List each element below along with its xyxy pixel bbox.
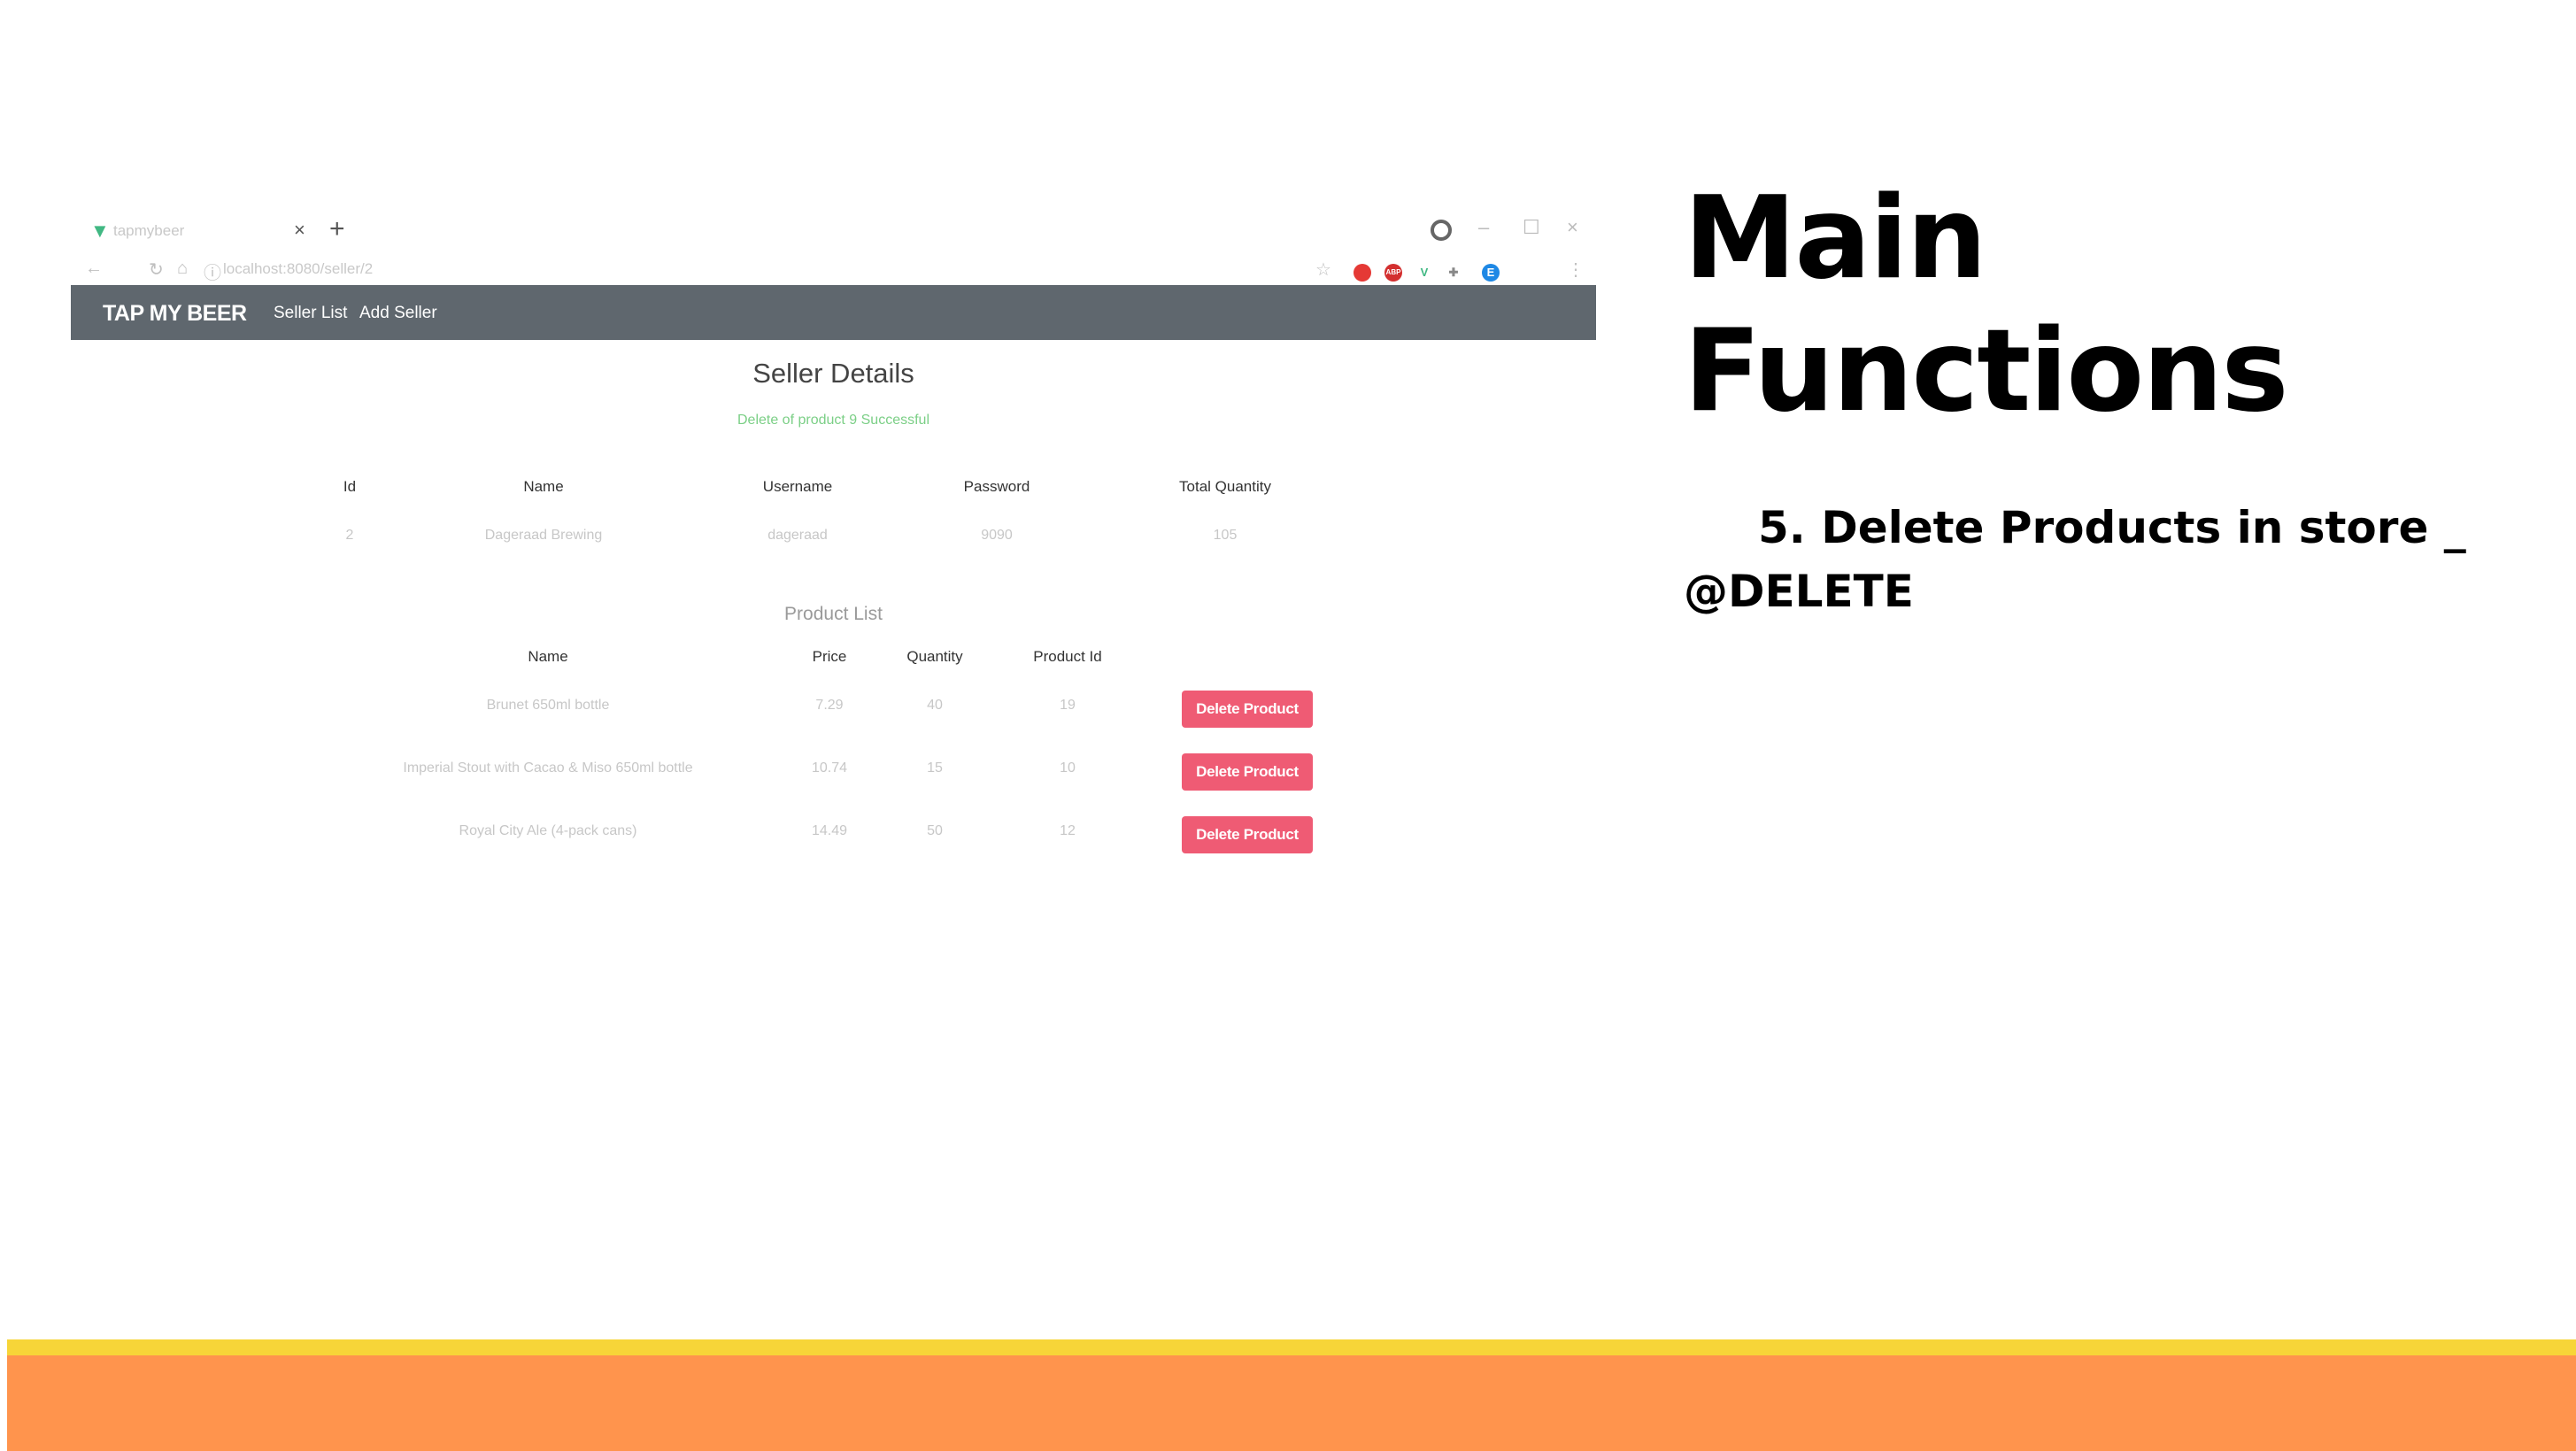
product-name: Royal City Ale (4-pack cans) xyxy=(459,823,637,838)
tab-close-icon[interactable]: × xyxy=(294,219,305,242)
reload-icon[interactable]: ↻ xyxy=(149,259,164,281)
success-alert: Delete of product 9 Successful xyxy=(737,413,929,428)
tab-title[interactable]: tapmybeer xyxy=(113,222,184,240)
seller-th-id: Id xyxy=(343,478,357,495)
seller-th-password: Password xyxy=(963,478,1030,495)
url-field[interactable]: localhost:8080/seller/2 xyxy=(223,260,373,278)
browser-window: ▼ tapmybeer × + – ☐ × ← ↻ ⌂ ⓘ localhost:… xyxy=(71,211,1596,892)
menu-kebab-icon[interactable]: ⋮ xyxy=(1567,259,1585,281)
product-name: Brunet 650ml bottle xyxy=(486,698,610,713)
footer-band-orange xyxy=(7,1355,2576,1451)
product-price: 14.49 xyxy=(811,823,848,838)
puzzle-ext-icon[interactable]: ✚ xyxy=(1445,264,1462,282)
product-price: 10.74 xyxy=(811,760,848,776)
slide-title: Main Functions xyxy=(1684,173,2480,438)
page-title: Seller Details xyxy=(752,358,914,389)
info-icon: ⓘ xyxy=(204,264,221,283)
delete-product-button[interactable]: Delete Product xyxy=(1182,691,1313,728)
product-quantity: 40 xyxy=(927,698,943,713)
bullet-line-1: 5. Delete Products in store _ xyxy=(1758,502,2466,553)
product-th-name: Name xyxy=(528,648,568,665)
nav-add-seller[interactable]: Add Seller xyxy=(359,304,437,323)
new-tab-icon[interactable]: + xyxy=(329,214,345,244)
delete-product-button[interactable]: Delete Product xyxy=(1182,816,1313,853)
profile-avatar-icon[interactable]: E xyxy=(1482,264,1500,282)
slide-title-line-1: Main xyxy=(1684,173,1987,305)
page-content: Seller Details Delete of product 9 Succe… xyxy=(71,340,1596,892)
home-icon[interactable]: ⌂ xyxy=(177,259,188,279)
product-th-price: Price xyxy=(812,648,847,665)
seller-th-name: Name xyxy=(523,478,564,495)
seller-th-total-quantity: Total Quantity xyxy=(1179,478,1271,495)
app-navbar: TAP MY BEER Seller List Add Seller xyxy=(71,285,1596,340)
product-th-quantity: Quantity xyxy=(906,648,963,665)
product-id: 10 xyxy=(1060,760,1076,776)
product-th-product-id: Product Id xyxy=(1033,648,1102,665)
slide-bullet: 5. Delete Products in store _ @DELETE xyxy=(1684,496,2480,623)
profile-icon[interactable] xyxy=(1431,220,1452,241)
red-ext-icon[interactable] xyxy=(1354,264,1371,282)
product-quantity: 15 xyxy=(927,760,943,776)
product-id: 12 xyxy=(1060,823,1076,838)
tab-strip: ▼ tapmybeer × + – ☐ × xyxy=(71,211,1596,250)
product-id: 19 xyxy=(1060,698,1076,713)
product-price: 7.29 xyxy=(815,698,844,713)
seller-password: 9090 xyxy=(981,528,1013,543)
product-quantity: 50 xyxy=(927,823,943,838)
slide-title-line-2: Functions xyxy=(1684,305,2289,437)
nav-seller-list[interactable]: Seller List xyxy=(274,304,347,323)
vue-devtools-icon[interactable]: V xyxy=(1415,264,1433,282)
maximize-icon[interactable]: ☐ xyxy=(1523,216,1540,239)
seller-th-username: Username xyxy=(762,478,833,495)
bookmark-star-icon[interactable]: ☆ xyxy=(1315,259,1331,281)
vue-logo-icon: ▼ xyxy=(90,220,110,242)
product-list-title: Product List xyxy=(784,604,883,624)
bullet-line-2: @DELETE xyxy=(1684,566,1914,617)
product-name: Imperial Stout with Cacao & Miso 650ml b… xyxy=(403,760,693,776)
minimize-icon[interactable]: – xyxy=(1478,216,1489,239)
seller-name: Dageraad Brewing xyxy=(484,528,603,543)
abp-ext-icon[interactable]: ABP xyxy=(1384,264,1402,282)
delete-product-button[interactable]: Delete Product xyxy=(1182,753,1313,791)
brand-logo[interactable]: TAP MY BEER xyxy=(103,301,247,327)
seller-id: 2 xyxy=(345,528,354,543)
back-icon[interactable]: ← xyxy=(85,259,103,279)
window-close-icon[interactable]: × xyxy=(1567,216,1578,239)
footer-band-yellow xyxy=(7,1339,2576,1355)
address-bar: ← ↻ ⌂ ⓘ localhost:8080/seller/2 ☆ ABP V … xyxy=(71,251,1596,287)
seller-total-quantity: 105 xyxy=(1213,528,1238,543)
seller-username: dageraad xyxy=(767,528,828,543)
